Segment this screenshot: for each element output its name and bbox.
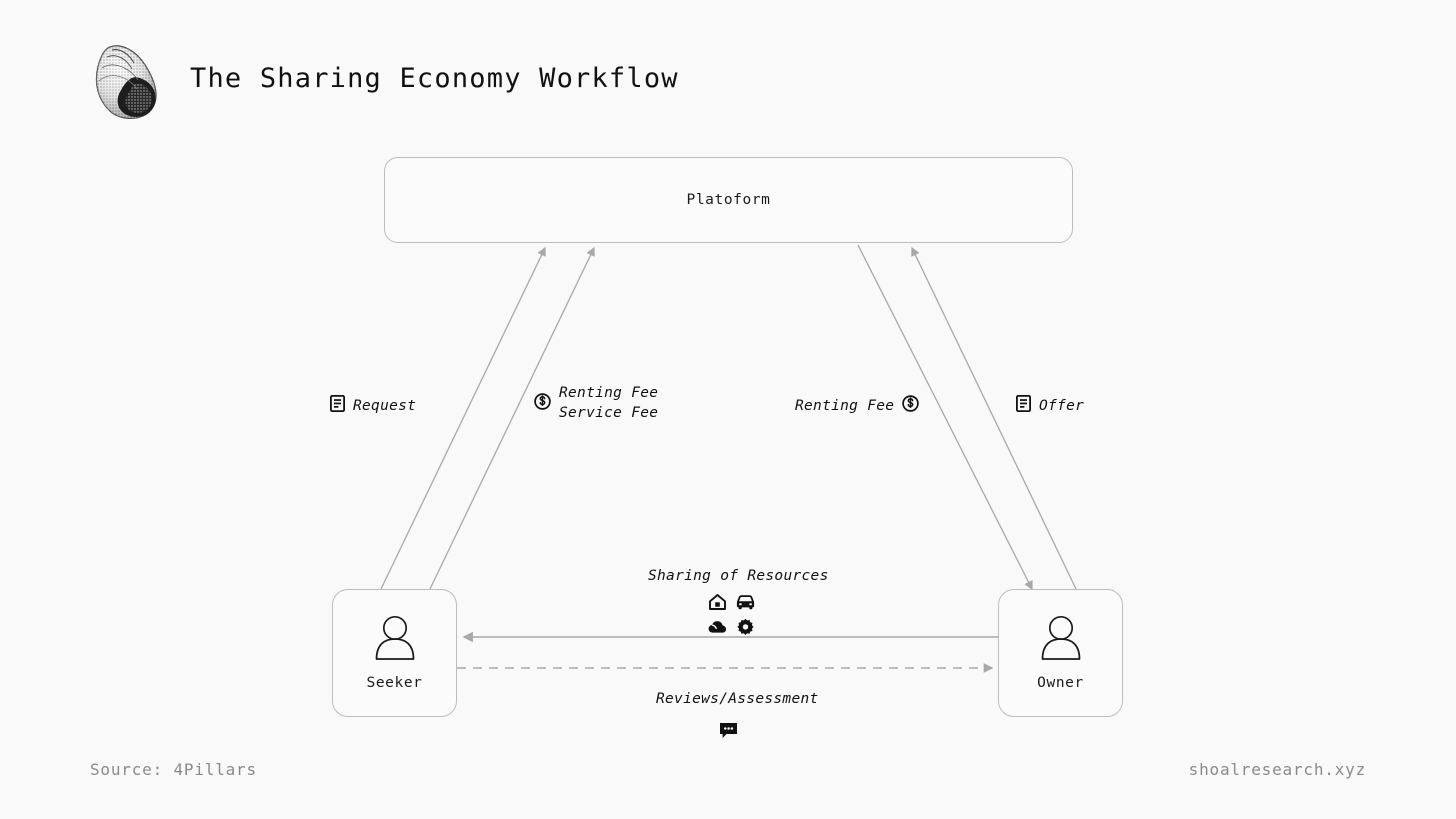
house-icon bbox=[708, 594, 726, 614]
node-seeker[interactable]: Seeker bbox=[332, 589, 457, 717]
person-icon bbox=[1039, 615, 1083, 665]
edge-label-fees: Renting Fee Service Fee bbox=[534, 384, 658, 422]
edge-label-renting-fee-text: Renting Fee bbox=[795, 397, 895, 414]
cloud-icon bbox=[708, 619, 727, 638]
dollar-coin-icon bbox=[534, 392, 551, 414]
edge-label-fees-line2: Service Fee bbox=[559, 405, 659, 422]
node-seeker-label: Seeker bbox=[366, 675, 423, 691]
edge-label-sharing-resources: Sharing of Resources bbox=[648, 568, 829, 584]
edge-label-reviews-assessment: Reviews/Assessment bbox=[656, 691, 819, 707]
edge-label-renting-fee: Renting Fee bbox=[795, 395, 920, 416]
sharing-resource-icons bbox=[703, 592, 759, 640]
page-title: The Sharing Economy Workflow bbox=[190, 63, 679, 94]
node-platform-label: Platoform bbox=[686, 192, 771, 208]
edge-label-fees-line1: Renting Fee bbox=[559, 385, 659, 401]
node-owner-label: Owner bbox=[1037, 675, 1084, 691]
edge-label-offer: Offer bbox=[1015, 394, 1085, 416]
snail-shell-icon bbox=[88, 41, 166, 123]
document-icon bbox=[1015, 394, 1031, 416]
node-platform[interactable]: Platoform bbox=[384, 157, 1073, 243]
person-icon bbox=[373, 615, 417, 665]
document-icon bbox=[329, 394, 345, 416]
node-owner[interactable]: Owner bbox=[998, 589, 1123, 717]
diagram-canvas: The Sharing Economy Workflow Platoform S… bbox=[0, 0, 1456, 819]
site-watermark: shoalresearch.xyz bbox=[1188, 760, 1366, 779]
car-icon bbox=[736, 594, 755, 614]
edge-label-request-text: Request bbox=[353, 397, 417, 414]
speech-bubble-icon bbox=[719, 722, 738, 743]
gear-icon bbox=[736, 618, 754, 639]
edge-label-offer-text: Offer bbox=[1039, 397, 1085, 414]
dollar-coin-icon bbox=[902, 395, 920, 416]
source-credit: Source: 4Pillars bbox=[90, 760, 257, 779]
edge-label-request: Request bbox=[329, 394, 417, 416]
